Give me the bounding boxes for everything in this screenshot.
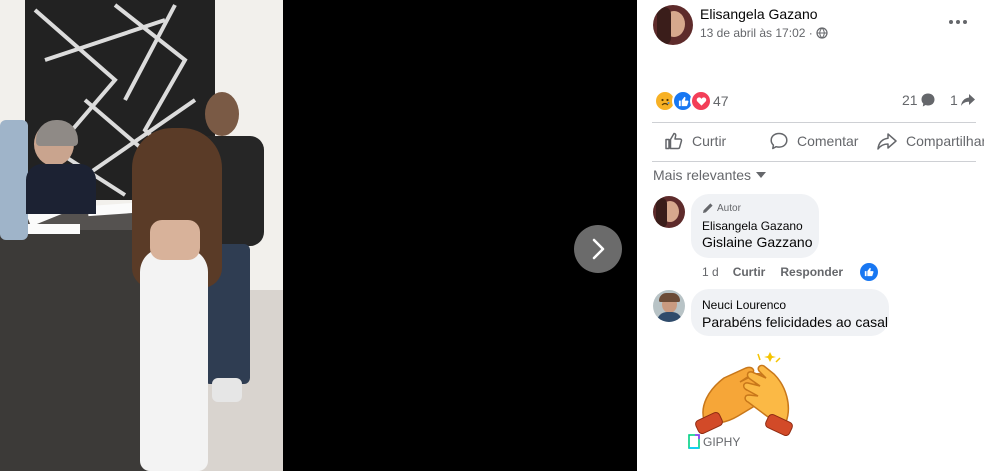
comment-like-reaction-icon[interactable] bbox=[860, 263, 878, 281]
comment-author-name[interactable]: Elisangela Gazano bbox=[702, 219, 803, 233]
divider bbox=[652, 122, 976, 123]
comment-like-button[interactable]: Curtir bbox=[733, 265, 766, 279]
photo-area bbox=[0, 0, 637, 471]
post-time-text[interactable]: 13 de abril às 17:02 · bbox=[700, 26, 816, 40]
photo-viewer: Elisangela Gazano 13 de abril às 17:02 ·… bbox=[0, 0, 984, 471]
reaction-icons[interactable] bbox=[654, 90, 712, 112]
comment-button[interactable]: Comentar bbox=[769, 124, 858, 158]
share-arrow-icon bbox=[960, 94, 975, 106]
globe-icon bbox=[816, 27, 828, 39]
right-hand bbox=[743, 364, 793, 437]
author-badge: Autor bbox=[702, 202, 741, 214]
author-avatar[interactable] bbox=[653, 5, 693, 45]
chevron-right-icon bbox=[592, 238, 605, 260]
comment-bubble: Neuci Lourenco Parabéns felicidades ao c… bbox=[691, 289, 889, 336]
share-icon bbox=[877, 133, 897, 150]
clapping-hands-gif[interactable] bbox=[694, 350, 796, 438]
author-name[interactable]: Elisangela Gazano bbox=[700, 6, 818, 22]
comment-sort-dropdown[interactable]: Mais relevantes bbox=[653, 167, 767, 183]
comment-label: Comentar bbox=[797, 133, 859, 149]
comments-count[interactable]: 21 bbox=[902, 92, 936, 108]
comment-text: Parabéns felicidades ao casal bbox=[702, 314, 889, 330]
divider bbox=[652, 161, 976, 162]
share-label: Compartilhar bbox=[906, 133, 984, 149]
post-timestamp[interactable]: 13 de abril às 17:02 · bbox=[700, 26, 828, 40]
comment-text: Gislaine Gazzano bbox=[702, 234, 813, 250]
commenter-avatar[interactable] bbox=[653, 196, 685, 228]
comment-author-name[interactable]: Neuci Lourenco bbox=[702, 298, 786, 312]
pencil-icon bbox=[703, 203, 713, 213]
commenter-avatar[interactable] bbox=[653, 290, 685, 322]
sort-label: Mais relevantes bbox=[653, 167, 752, 183]
comment-bubble: Autor Elisangela Gazano Gislaine Gazzano bbox=[691, 194, 819, 258]
post-photo[interactable] bbox=[0, 0, 283, 471]
thumbs-up-icon bbox=[665, 132, 683, 150]
like-label: Curtir bbox=[692, 133, 727, 149]
comment-meta: 1 d Curtir Responder bbox=[702, 265, 843, 279]
reaction-count[interactable]: 47 bbox=[713, 93, 729, 109]
like-button[interactable]: Curtir bbox=[664, 124, 726, 158]
giphy-attribution[interactable]: GIPHY bbox=[688, 434, 740, 449]
caret-down-icon bbox=[756, 172, 767, 178]
giphy-logo-icon bbox=[688, 434, 700, 449]
more-options-button[interactable] bbox=[948, 14, 968, 30]
share-button[interactable]: Compartilhar bbox=[876, 124, 984, 158]
comment-bubble-icon bbox=[921, 93, 935, 107]
love-reaction-icon bbox=[690, 90, 712, 112]
shares-count[interactable]: 1 bbox=[950, 92, 976, 108]
comment-time[interactable]: 1 d bbox=[702, 265, 719, 279]
next-photo-button[interactable] bbox=[574, 225, 622, 273]
comment-icon bbox=[770, 132, 788, 150]
comment-reply-button[interactable]: Responder bbox=[780, 265, 843, 279]
sparkle-icon bbox=[757, 352, 781, 363]
